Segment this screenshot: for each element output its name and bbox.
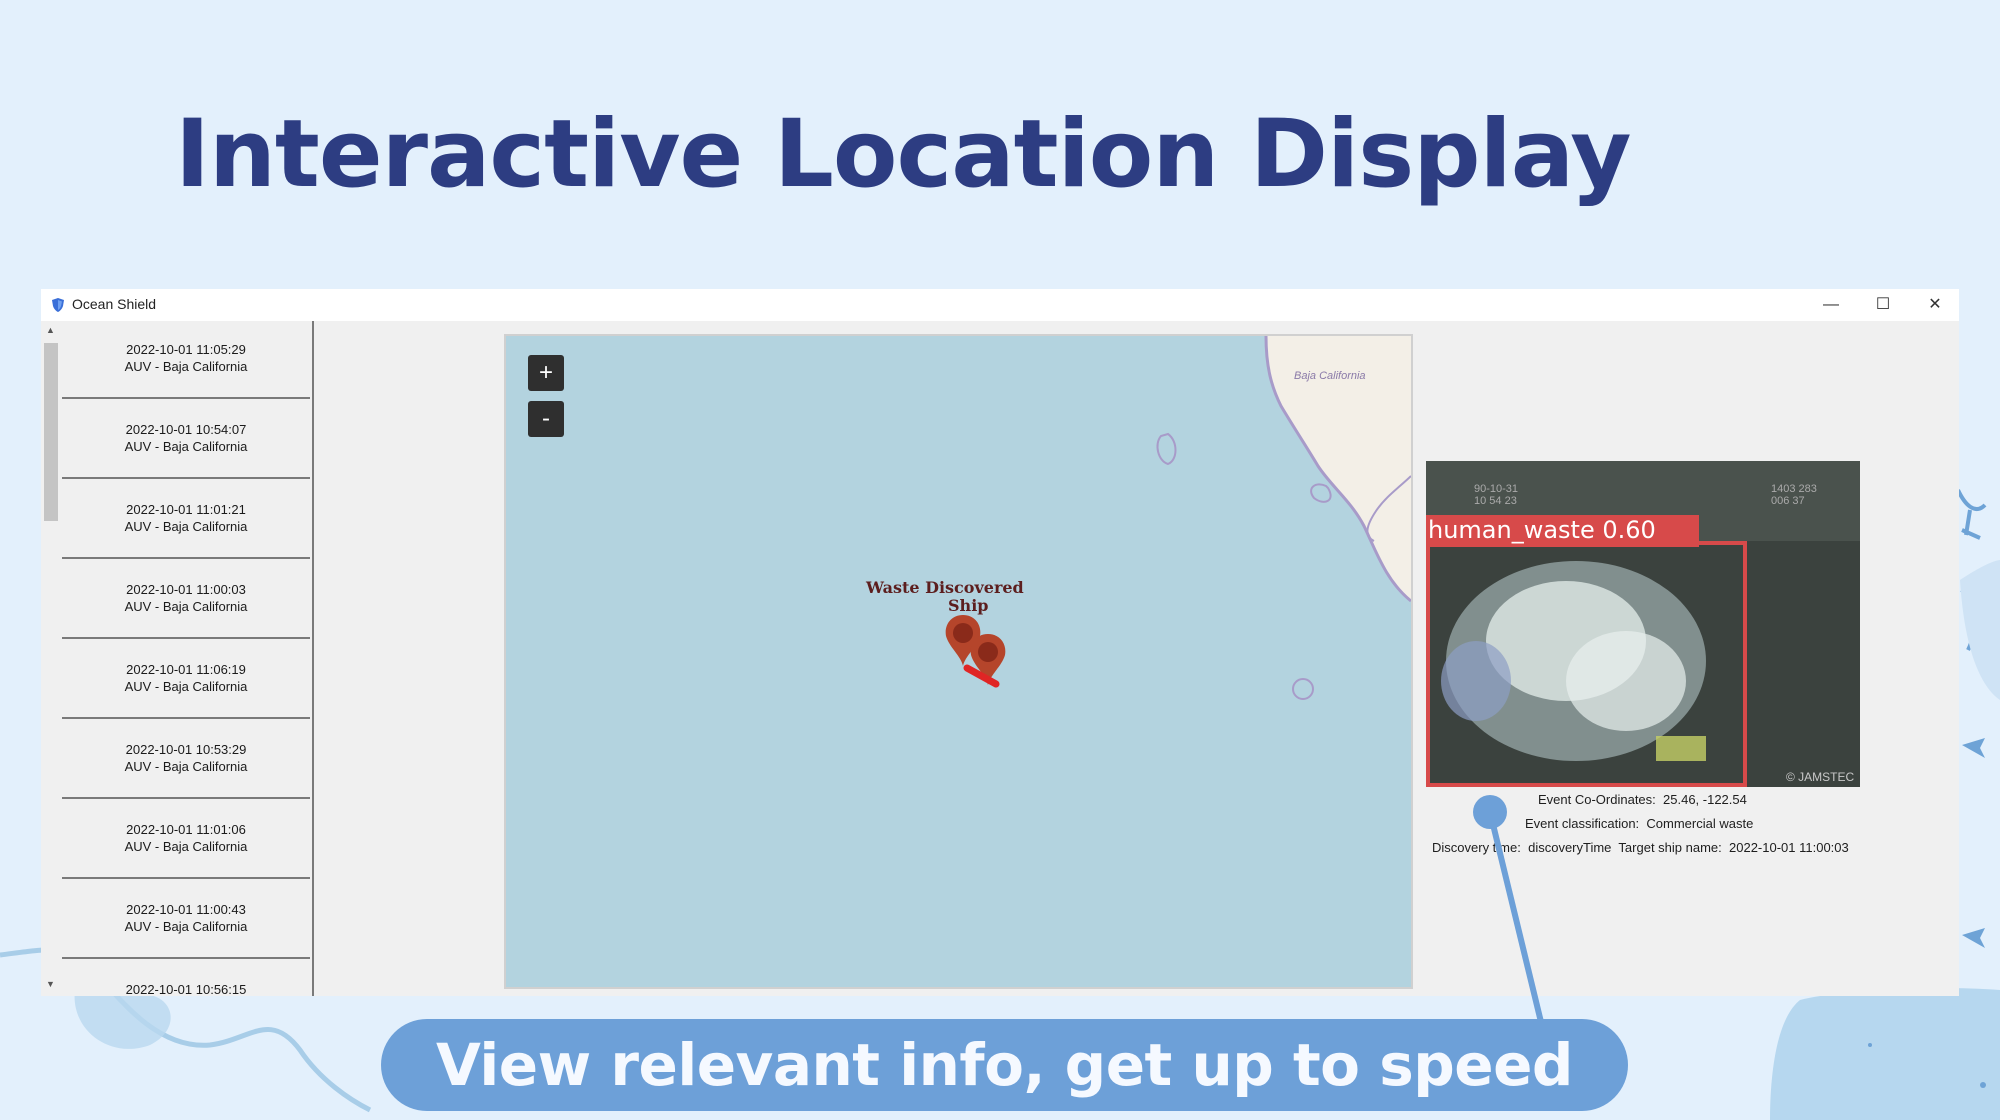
callout-pointer — [1473, 795, 1544, 1023]
caption-text: View relevant info, get up to speed — [436, 1031, 1573, 1099]
caption-banner: View relevant info, get up to speed — [381, 1019, 1628, 1111]
